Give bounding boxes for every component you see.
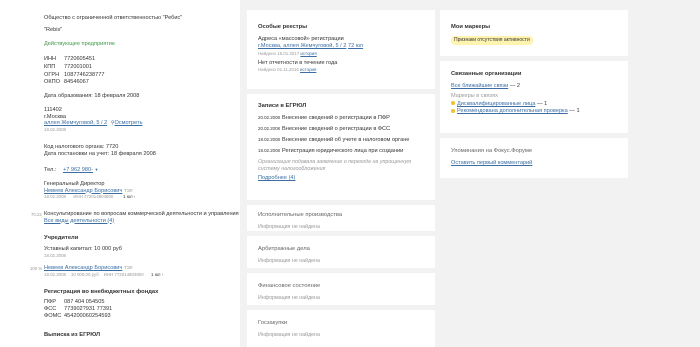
company-details-column: Общество с ограниченной ответственностью… bbox=[0, 0, 240, 347]
all-links-link[interactable]: Все ближайшие связи bbox=[451, 83, 508, 89]
status-panel-title: Исполнительные производства bbox=[258, 212, 343, 218]
egrul-record-text: Внесение сведений об учете в налоговом о… bbox=[282, 136, 410, 143]
egrul-records-list: 20.02.2008 Внесение сведений о регистраци… bbox=[258, 115, 424, 156]
egrul-record-date: 18.02.2008 bbox=[258, 147, 280, 153]
egrul-record[interactable]: 18.02.2008 Внесение сведений об учете в н… bbox=[258, 137, 424, 145]
disqualified-link[interactable]: Дисквалифицированные лица bbox=[457, 101, 535, 107]
status-panel-empty: Информация не найдена bbox=[258, 331, 320, 338]
founders-heading: Учредители bbox=[44, 235, 79, 241]
focus-forum-title: Упоминания на Фокус.Форуме bbox=[451, 148, 533, 154]
egrul-note: Организация подавала заявление о переход… bbox=[258, 159, 412, 173]
related-orgs-title: Связанные организации bbox=[451, 71, 522, 77]
marker-dot-icon bbox=[451, 101, 455, 106]
founder-block: Невеев Александр Борисович ТЭЛ 18.02.200… bbox=[44, 265, 164, 277]
egrul-records-card: Записи в ЕГРЮЛ 20.02.2008 Внесение сведен… bbox=[247, 94, 435, 200]
address-block: 111402 г.Москва аллея Жемчуговой, 5 / 2 … bbox=[44, 107, 143, 132]
all-activities-link[interactable]: Все виды деятельности (4) bbox=[44, 218, 239, 225]
history-link[interactable]: история bbox=[300, 67, 316, 72]
inn-value: 7720605451 bbox=[64, 56, 96, 62]
director-block: Генеральный Директор Невеев Александр Бо… bbox=[44, 181, 136, 200]
marker-dot-icon bbox=[451, 108, 455, 113]
inactivity-badge[interactable]: Признаки отсутствия активности bbox=[451, 35, 533, 45]
company-ids: ИНН 7720605451 КПП 772001001 ОГРН 108774623… bbox=[44, 56, 105, 86]
capital-block: Уставный капитал: 10 000 руб 18.02.2008 bbox=[44, 246, 122, 258]
my-markers-card: Мои маркеры Признаки отсутствия активнос… bbox=[440, 10, 628, 56]
founder-share: 100 % bbox=[30, 266, 43, 271]
chevron-right-icon[interactable]: › bbox=[162, 272, 163, 277]
special-registers-title: Особые реестры bbox=[258, 24, 308, 30]
right-column: Мои маркеры Признаки отсутствия активнос… bbox=[440, 10, 628, 183]
company-status: Действующее предприятие bbox=[44, 41, 116, 47]
director-name-link[interactable]: Невеев Александр Борисович bbox=[44, 188, 122, 194]
egrul-record[interactable]: 20.02.2008 Внесение сведений о регистраци… bbox=[258, 126, 424, 134]
my-markers-title: Мои маркеры bbox=[451, 24, 491, 30]
chevron-down-icon[interactable]: ▼ bbox=[95, 167, 99, 172]
egrul-record-date: 18.02.2008 bbox=[258, 136, 280, 142]
kpp-value: 772001001 bbox=[64, 63, 92, 70]
status-panel-title: Финансовое состояние bbox=[258, 283, 321, 289]
formation-date: Дата образования: 18 февраля 2008 bbox=[44, 93, 140, 99]
egrul-record-date: 20.02.2008 bbox=[258, 114, 280, 120]
status-panel-title: Госзакупки bbox=[258, 320, 288, 326]
funds-heading: Регистрация во внебюджетных фондах bbox=[44, 289, 159, 295]
status-panels: Исполнительные производства Информация не… bbox=[247, 205, 435, 347]
view-map-link[interactable]: Осмотреть bbox=[115, 120, 143, 126]
egrul-more-link[interactable]: Подробнее (4) bbox=[258, 175, 424, 183]
egrul-record-text: Внесение сведений о регистрации в ФСС bbox=[282, 125, 391, 132]
egrul-extract-heading: Выписка из ЕГРЮЛ bbox=[44, 332, 101, 338]
phone-link[interactable]: +7 962 980- bbox=[63, 167, 93, 173]
okved-code: 70.22 bbox=[31, 212, 42, 217]
extra-check-link[interactable]: Рекомендована дополнительная проверка bbox=[457, 108, 568, 114]
phone-row: Тел.: +7 962 980- ▼ bbox=[44, 167, 99, 173]
tax-block: Код налогового органа: 7720 Дата постано… bbox=[44, 144, 156, 157]
address-link[interactable]: аллея Жемчуговой, 5 / 2 bbox=[44, 120, 107, 126]
egrul-records-title: Записи в ЕГРЮЛ bbox=[258, 103, 307, 109]
egrul-record-date: 20.02.2008 bbox=[258, 125, 280, 131]
history-link[interactable]: история bbox=[300, 51, 316, 56]
related-orgs-card: Связанные организации Все ближайшие связ… bbox=[440, 61, 628, 133]
status-panel: Исполнительные производства Информация не… bbox=[247, 205, 435, 231]
mass-address-link[interactable]: г.Москва, аллея Жемчуговой, 5 / 2 bbox=[258, 43, 346, 49]
egrul-record-text: Внесение сведений о регистрации в ПФР bbox=[282, 114, 390, 121]
status-panel-empty: Информация не найдена bbox=[258, 257, 320, 264]
funds-block: ПФР 087 404 054505 ФСС 773902?931 77391 ФО… bbox=[44, 299, 113, 320]
egrul-record-text: Регистрация юридического лица при создан… bbox=[282, 147, 404, 154]
status-panel-title: Арбитражные дела bbox=[258, 246, 310, 252]
founder-name-link[interactable]: Невеев Александр Борисович bbox=[44, 265, 122, 271]
status-panel: Финансовое состояние Информация не найден… bbox=[247, 273, 435, 305]
middle-column: Особые реестры Адреса «массовой» регистр… bbox=[247, 10, 435, 347]
status-panel: Госзакупки Информация не найдена bbox=[247, 310, 435, 347]
status-panel-empty: Информация не найдена bbox=[258, 223, 320, 230]
status-panel-empty: Информация не найдена bbox=[258, 294, 320, 301]
okpo-value: 84546067 bbox=[64, 79, 89, 86]
okved-block: Консультирование по вопросам коммерческо… bbox=[44, 211, 239, 224]
status-panel: Арбитражные дела Информация не найдена bbox=[247, 236, 435, 268]
chevron-right-icon[interactable]: › bbox=[134, 194, 135, 199]
ogrn-value: 1087746238777 bbox=[64, 71, 105, 78]
first-comment-link[interactable]: Оставить первый комментарий bbox=[451, 160, 617, 168]
company-full-name: Общество с ограниченной ответственностью… bbox=[44, 15, 183, 21]
company-short-name: "Rebis" bbox=[44, 27, 63, 33]
focus-forum-card: Упоминания на Фокус.Форуме Оставить перв… bbox=[440, 138, 628, 178]
special-registers-card: Особые реестры Адреса «массовой» регистр… bbox=[247, 10, 435, 89]
egrul-record[interactable]: 20.02.2008 Внесение сведений о регистраци… bbox=[258, 115, 424, 123]
egrul-record[interactable]: 18.02.2008 Регистрация юридического лица … bbox=[258, 148, 424, 156]
